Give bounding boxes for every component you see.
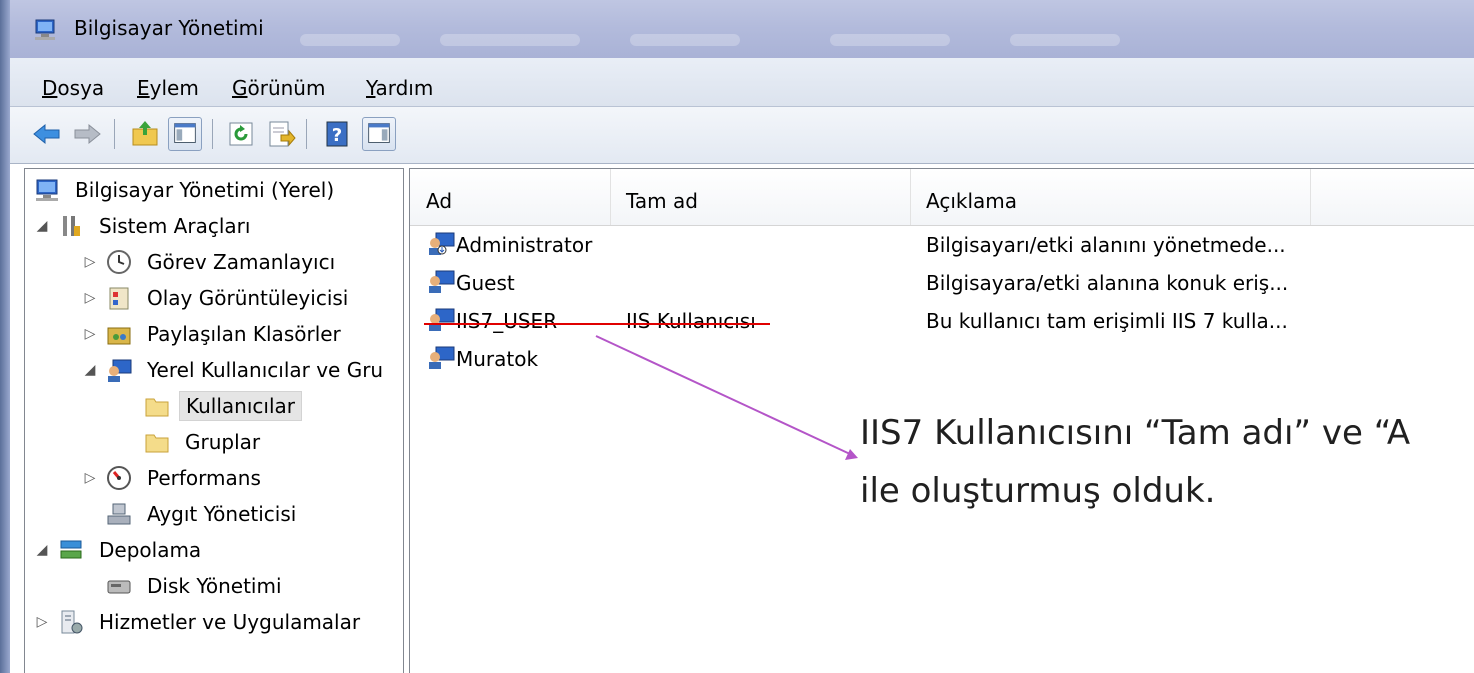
annotation-overlay bbox=[424, 323, 858, 460]
computer-management-window: Bilgisayar Yönetimi Dosya Eylem Görünüm … bbox=[0, 0, 1474, 673]
annotation-arrowhead bbox=[845, 449, 858, 460]
annotation-text: IIS7 Kullanıcısını “Tam adı” ve “A ile o… bbox=[860, 404, 1410, 520]
annotation-arrow bbox=[595, 335, 851, 455]
annotation-line-1: IIS7 Kullanıcısını “Tam adı” ve “A bbox=[860, 413, 1411, 453]
annotation-line-2: ile oluşturmuş olduk. bbox=[860, 471, 1216, 511]
